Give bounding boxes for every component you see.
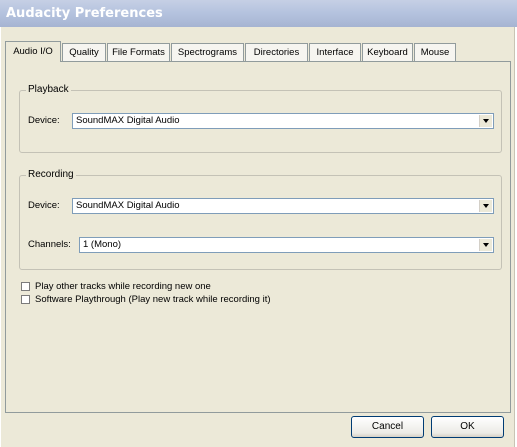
tab-file-formats[interactable]: File Formats — [107, 43, 170, 61]
window-title: Audacity Preferences — [6, 6, 163, 21]
play-other-tracks-checkbox[interactable] — [21, 282, 30, 291]
playback-device-value: SoundMAX Digital Audio — [76, 115, 180, 126]
audio-io-panel: Playback Device: SoundMAX Digital Audio … — [5, 61, 511, 413]
chevron-down-icon[interactable] — [479, 200, 492, 212]
tab-directories[interactable]: Directories — [245, 43, 308, 61]
software-playthrough-checkbox[interactable] — [21, 295, 30, 304]
tab-keyboard[interactable]: Keyboard — [362, 43, 413, 61]
preferences-dialog: Audio I/O Quality File Formats Spectrogr… — [1, 27, 515, 447]
recording-group: Recording Device: SoundMAX Digital Audio… — [19, 169, 502, 270]
ok-button[interactable]: OK — [431, 416, 504, 438]
tab-interface[interactable]: Interface — [309, 43, 361, 61]
title-bar[interactable]: Audacity Preferences — [0, 0, 517, 27]
playback-device-dropdown[interactable]: SoundMAX Digital Audio — [72, 113, 494, 129]
recording-device-label: Device: — [28, 200, 60, 211]
channels-value: 1 (Mono) — [83, 239, 122, 250]
tab-quality[interactable]: Quality — [62, 43, 106, 61]
chevron-down-icon[interactable] — [479, 115, 492, 127]
play-other-tracks-label: Play other tracks while recording new on… — [35, 281, 211, 292]
channels-dropdown[interactable]: 1 (Mono) — [79, 237, 494, 253]
recording-device-value: SoundMAX Digital Audio — [76, 200, 180, 211]
chevron-down-icon[interactable] — [479, 239, 492, 251]
tab-audio-io[interactable]: Audio I/O — [5, 41, 61, 62]
playback-group: Playback Device: SoundMAX Digital Audio — [19, 84, 502, 153]
recording-group-label: Recording — [26, 169, 76, 180]
software-playthrough-label: Software Playthrough (Play new track whi… — [35, 294, 271, 305]
channels-label: Channels: — [28, 239, 71, 250]
recording-device-dropdown[interactable]: SoundMAX Digital Audio — [72, 198, 494, 214]
tab-spectrograms[interactable]: Spectrograms — [171, 43, 244, 61]
playback-group-label: Playback — [26, 84, 71, 95]
cancel-button[interactable]: Cancel — [351, 416, 424, 438]
playback-device-label: Device: — [28, 115, 60, 126]
tab-mouse[interactable]: Mouse — [414, 43, 456, 61]
